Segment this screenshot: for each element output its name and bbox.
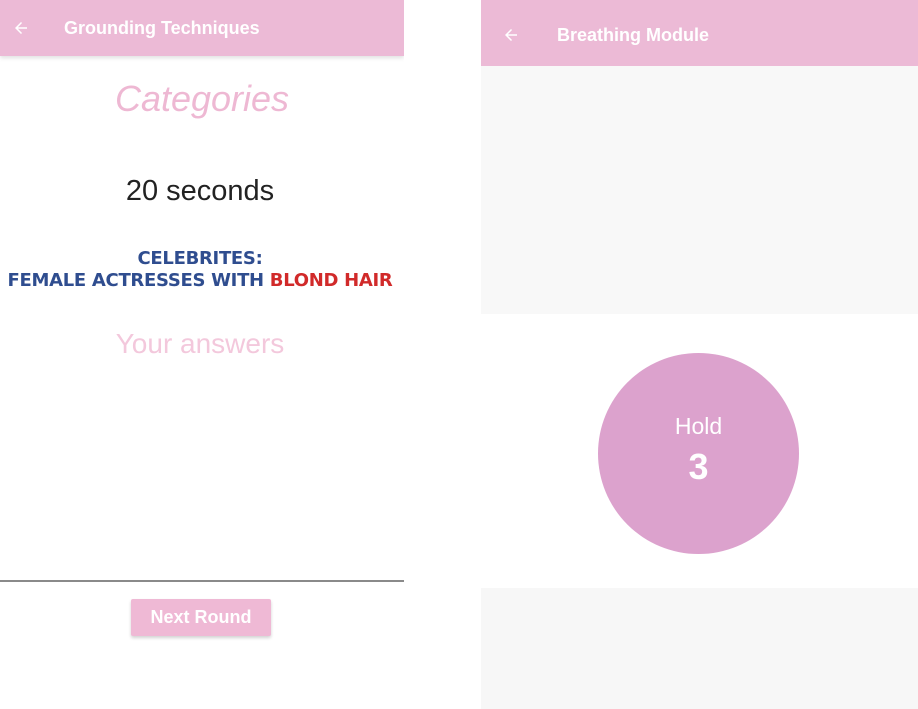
grounding-screen: Grounding Techniques Categories 20 secon… — [0, 0, 404, 709]
answers-underline — [0, 580, 404, 582]
arrow-left-icon[interactable] — [500, 24, 522, 46]
prompt-line-2-text: FEMALE ACTRESSES WITH — [7, 270, 270, 291]
breath-count: 3 — [688, 446, 709, 487]
breathing-screen: Breathing Module Hold 3 — [481, 0, 918, 709]
breath-phase: Hold — [674, 413, 723, 439]
app-bar: Breathing Module — [481, 0, 918, 66]
app-bar: Grounding Techniques — [0, 0, 404, 56]
category-prompt: CELEBRITES: FEMALE ACTRESSES WITH BLOND … — [0, 248, 400, 292]
timer-text: 20 seconds — [125, 175, 275, 207]
top-panel — [481, 66, 918, 314]
prompt-line-1: CELEBRITES: — [137, 248, 263, 269]
next-round-button[interactable]: Next Round — [131, 599, 271, 636]
bottom-panel — [481, 588, 918, 709]
arrow-left-icon[interactable] — [10, 17, 32, 39]
prompt-highlight: BLOND HAIR — [269, 270, 393, 291]
breathing-circle: Hold 3 — [598, 353, 799, 554]
game-title: Categories — [114, 78, 290, 119]
answers-input[interactable]: Your answers — [0, 328, 400, 360]
prompt-line-2: FEMALE ACTRESSES WITH BLOND HAIR — [0, 270, 400, 292]
page-title: Breathing Module — [557, 24, 709, 45]
page-title: Grounding Techniques — [64, 17, 260, 38]
